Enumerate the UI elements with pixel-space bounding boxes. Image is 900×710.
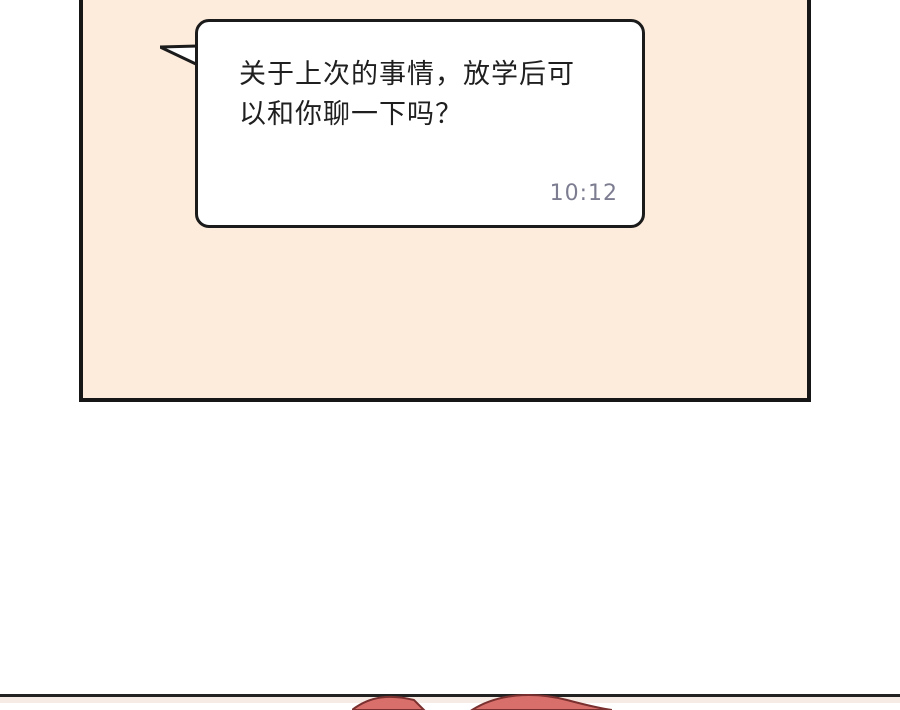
chat-message-bubble: 关于上次的事情，放学后可以和你聊一下吗？ 10:12 [160, 18, 650, 232]
bubble-body: 关于上次的事情，放学后可以和你聊一下吗？ 10:12 [195, 19, 645, 228]
message-timestamp: 10:12 [549, 181, 618, 206]
character-hair-peek [352, 693, 612, 710]
message-text: 关于上次的事情，放学后可以和你聊一下吗？ [239, 59, 575, 130]
